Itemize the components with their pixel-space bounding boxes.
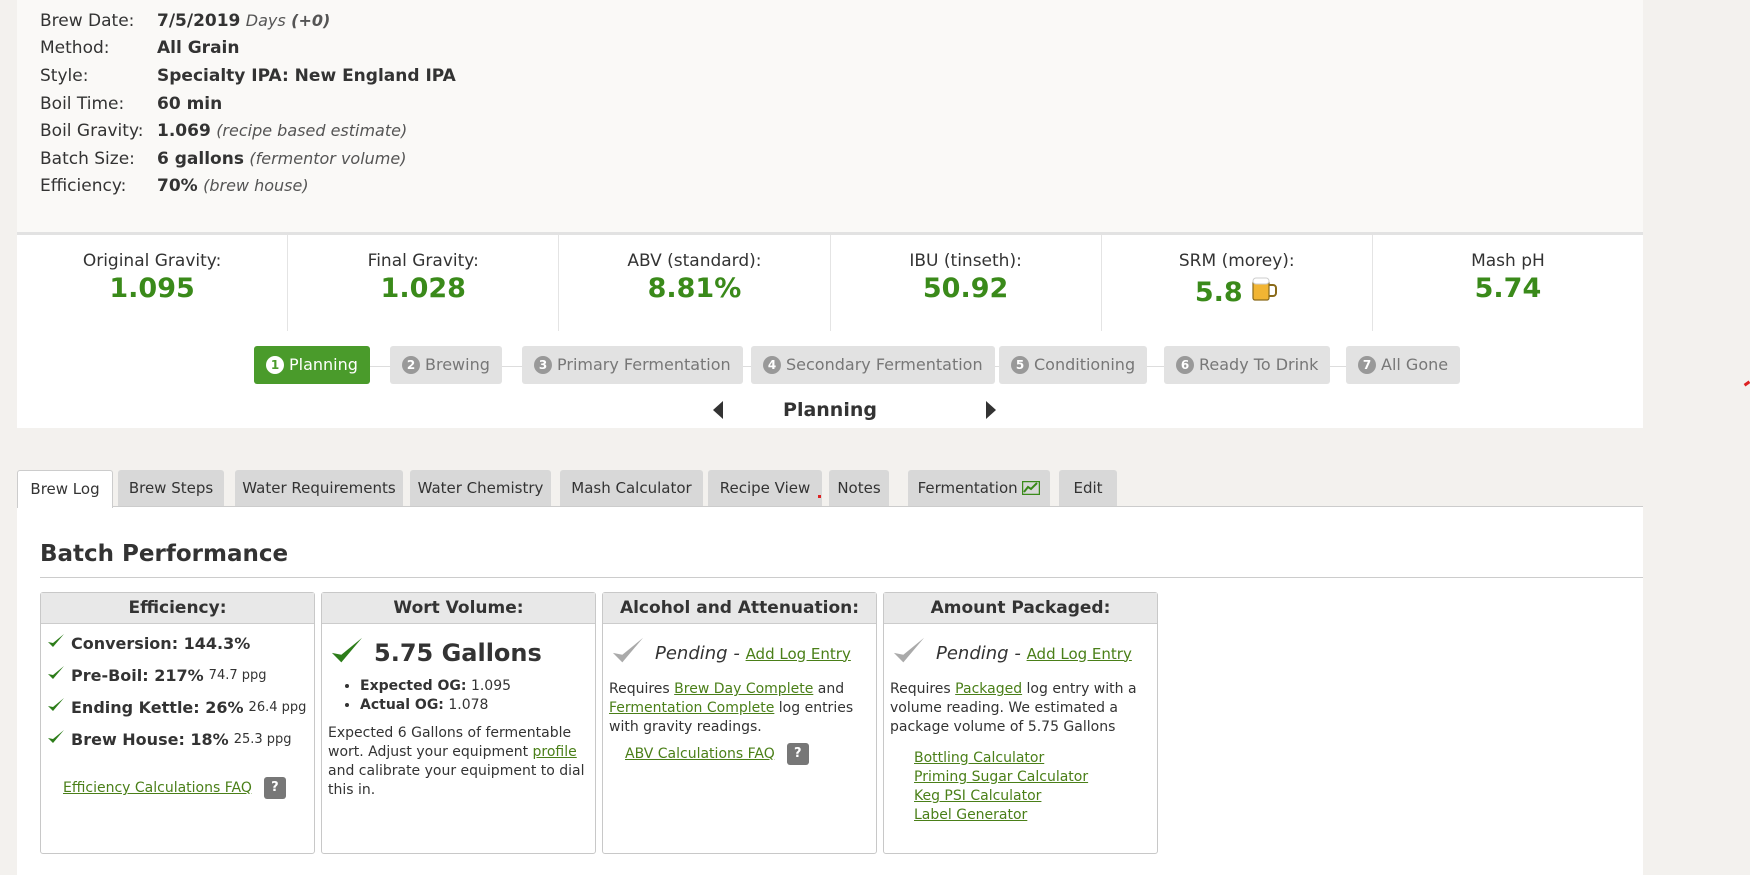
- info-row-batch-size: Batch Size: 6 gallons (fermentor volume): [40, 148, 407, 169]
- keg-psi-calculator-link[interactable]: Keg PSI Calculator: [914, 788, 1041, 804]
- brew-day-complete-link[interactable]: Brew Day Complete: [674, 681, 813, 697]
- list-item: Ending Kettle: 26% 26.4 ppg: [41, 691, 314, 723]
- info-row-style: Style: Specialty IPA: New England IPA: [40, 65, 456, 86]
- amount-packaged-card: Amount Packaged: Pending - Add Log Entry…: [883, 592, 1158, 854]
- info-row-boil-time: Boil Time: 60 min: [40, 93, 223, 114]
- stage-step-secondary-fermentation[interactable]: 4 Secondary Fermentation: [751, 346, 995, 384]
- calculator-links: Bottling Calculator Priming Sugar Calcul…: [884, 749, 1157, 825]
- tab-mash-calculator[interactable]: Mash Calculator: [560, 470, 703, 506]
- tab-brew-steps[interactable]: Brew Steps: [118, 470, 224, 506]
- stat-srm: SRM (morey): 5.8: [1102, 235, 1373, 331]
- packaged-requirements: Requires Packaged log entry with a volum…: [890, 681, 1137, 735]
- tab-notes[interactable]: Notes: [829, 470, 889, 506]
- cursor-mark: [1743, 380, 1750, 387]
- notification-dot: [818, 495, 821, 498]
- card-title: Wort Volume:: [322, 593, 595, 624]
- tab-edit[interactable]: Edit: [1059, 470, 1117, 506]
- stage-step-primary-fermentation[interactable]: 3 Primary Fermentation: [522, 346, 743, 384]
- brew-stage-progress: 1 Planning 2 Brewing 3 Primary Fermentation…: [17, 331, 1643, 428]
- current-stage-label: Planning: [783, 399, 877, 421]
- stat-abv: ABV (standard): 8.81%: [559, 235, 831, 331]
- stage-step-brewing[interactable]: 2 Brewing: [390, 346, 502, 384]
- list-item: Conversion: 144.3%: [41, 627, 314, 659]
- wort-note: Expected 6 Gallons of fermentable wort. …: [328, 725, 585, 798]
- info-row-boil-gravity: Boil Gravity: 1.069 (recipe based estima…: [40, 121, 408, 142]
- alcohol-card: Alcohol and Attenuation: Pending - Add L…: [602, 592, 877, 854]
- tab-underline: [112, 506, 1643, 507]
- info-row-efficiency: Efficiency: 70% (brew house): [40, 176, 309, 197]
- stat-mash-ph: Mash pH 5.74: [1471, 251, 1545, 304]
- stat-og: Original Gravity: 1.095: [17, 235, 289, 331]
- checkmark-icon: [47, 728, 65, 750]
- pending-check-icon: [611, 634, 645, 672]
- tab-brew-log[interactable]: Brew Log: [17, 470, 113, 508]
- next-stage-arrow-icon[interactable]: [986, 401, 996, 419]
- efficiency-card: Efficiency: Conversion: 144.3% Pre-Boil:…: [40, 592, 315, 854]
- list-item: Brew House: 18% 25.3 ppg: [41, 723, 314, 755]
- fermentation-complete-link[interactable]: Fermentation Complete: [609, 700, 774, 716]
- abv-faq-link[interactable]: ABV Calculations FAQ: [625, 746, 775, 762]
- recipe-info-table: Brew Date: 7/5/2019 Days (+0) Method: Al…: [40, 7, 456, 200]
- stage-step-ready-to-drink[interactable]: 6 Ready To Drink: [1164, 346, 1331, 384]
- checkmark-icon: [47, 664, 65, 686]
- stat-fg: Final Gravity: 1.028: [288, 235, 560, 331]
- efficiency-faq-link[interactable]: Efficiency Calculations FAQ: [63, 780, 252, 796]
- chart-icon: [1022, 479, 1041, 497]
- beer-mug-icon: [1249, 273, 1279, 310]
- list-item: Actual OG: 1.078: [360, 697, 595, 713]
- tab-recipe-view[interactable]: Recipe View: [708, 470, 822, 506]
- tab-water-chemistry[interactable]: Water Chemistry: [410, 470, 551, 506]
- tab-water-requirements[interactable]: Water Requirements: [235, 470, 403, 506]
- profile-link[interactable]: profile: [533, 744, 577, 760]
- card-title: Efficiency:: [41, 593, 314, 624]
- card-title: Amount Packaged:: [884, 593, 1157, 624]
- list-item: Expected OG: 1.095: [360, 678, 595, 694]
- add-log-entry-link[interactable]: Add Log Entry: [746, 645, 851, 663]
- bottling-calculator-link[interactable]: Bottling Calculator: [914, 750, 1044, 766]
- checkmark-icon: [330, 634, 364, 672]
- pending-check-icon: [892, 634, 926, 672]
- wort-volume-card: Wort Volume: 5.75 Gallons Expected OG: 1…: [321, 592, 596, 854]
- list-item: Pre-Boil: 217% 74.7 ppg: [41, 659, 314, 691]
- section-title: Batch Performance: [40, 541, 289, 567]
- info-row-brew-date: Brew Date: 7/5/2019 Days (+0): [40, 10, 331, 31]
- tab-fermentation[interactable]: Fermentation: [908, 470, 1050, 506]
- packaged-link[interactable]: Packaged: [955, 681, 1022, 697]
- stage-step-conditioning[interactable]: 5 Conditioning: [999, 346, 1148, 384]
- help-button[interactable]: ?: [263, 777, 286, 799]
- faq-line: Efficiency Calculations FAQ ?: [41, 777, 314, 799]
- info-row-method: Method: All Grain: [40, 38, 240, 59]
- faq-line: ABV Calculations FAQ ?: [603, 743, 876, 765]
- checkmark-icon: [47, 632, 65, 654]
- label-generator-link[interactable]: Label Generator: [914, 807, 1027, 823]
- og-list: Expected OG: 1.095 Actual OG: 1.078: [322, 678, 595, 713]
- checkmark-icon: [47, 696, 65, 718]
- section-divider: [40, 577, 1643, 578]
- stage-step-all-gone[interactable]: 7 All Gone: [1346, 346, 1461, 384]
- stage-step-planning[interactable]: 1 Planning: [254, 346, 370, 384]
- add-log-entry-link[interactable]: Add Log Entry: [1027, 645, 1132, 663]
- stat-ibu: IBU (tinseth): 50.92: [831, 235, 1102, 331]
- help-button[interactable]: ?: [786, 743, 809, 765]
- wort-volume-value: 5.75 Gallons: [374, 639, 542, 667]
- priming-sugar-calculator-link[interactable]: Priming Sugar Calculator: [914, 769, 1088, 785]
- alcohol-requirements: Requires Brew Day Complete and Fermentat…: [609, 681, 854, 735]
- card-title: Alcohol and Attenuation:: [603, 593, 876, 624]
- stats-bar: Original Gravity: 1.095 Final Gravity: 1…: [17, 232, 1643, 334]
